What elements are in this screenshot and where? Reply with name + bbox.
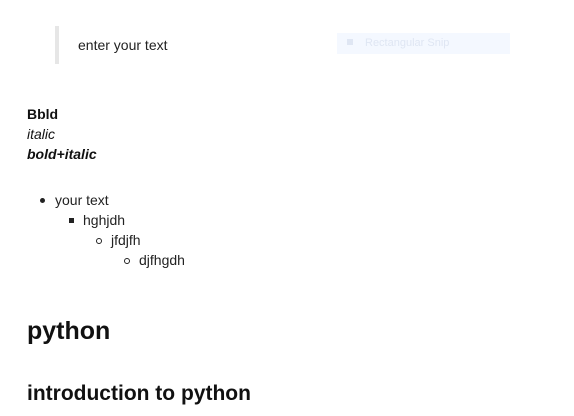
list-item-level-4: djfhgdh [124,250,185,270]
blockquote-bar [55,26,59,64]
italic-text: italic [27,126,56,142]
list-item-text: djfhgdh [139,252,185,268]
bold-text: Bbld [27,106,59,122]
bold-italic-text: bold+italic [27,146,97,162]
list-item-text: your text [55,192,109,208]
document-page: enter your text Rectangular Snip Bbld it… [0,0,574,416]
bullet-circle-icon [96,238,102,244]
heading-1: python [27,317,111,345]
list-item-level-1: your text [40,190,109,210]
bullet-circle-icon [124,258,130,264]
snip-label: Rectangular Snip [365,37,450,49]
rectangular-snip-button[interactable]: Rectangular Snip [337,33,510,54]
bullet-disc-icon [40,198,45,203]
list-item-text: jfdjfh [111,232,141,248]
heading-2: introduction to python [27,382,251,405]
bullet-square-icon [69,218,74,223]
snip-icon [347,39,353,46]
list-item-level-3: jfdjfh [96,230,141,250]
blockquote-text: enter your text [78,37,168,53]
list-item-level-2: hghjdh [69,210,126,230]
list-item-text: hghjdh [83,212,126,228]
